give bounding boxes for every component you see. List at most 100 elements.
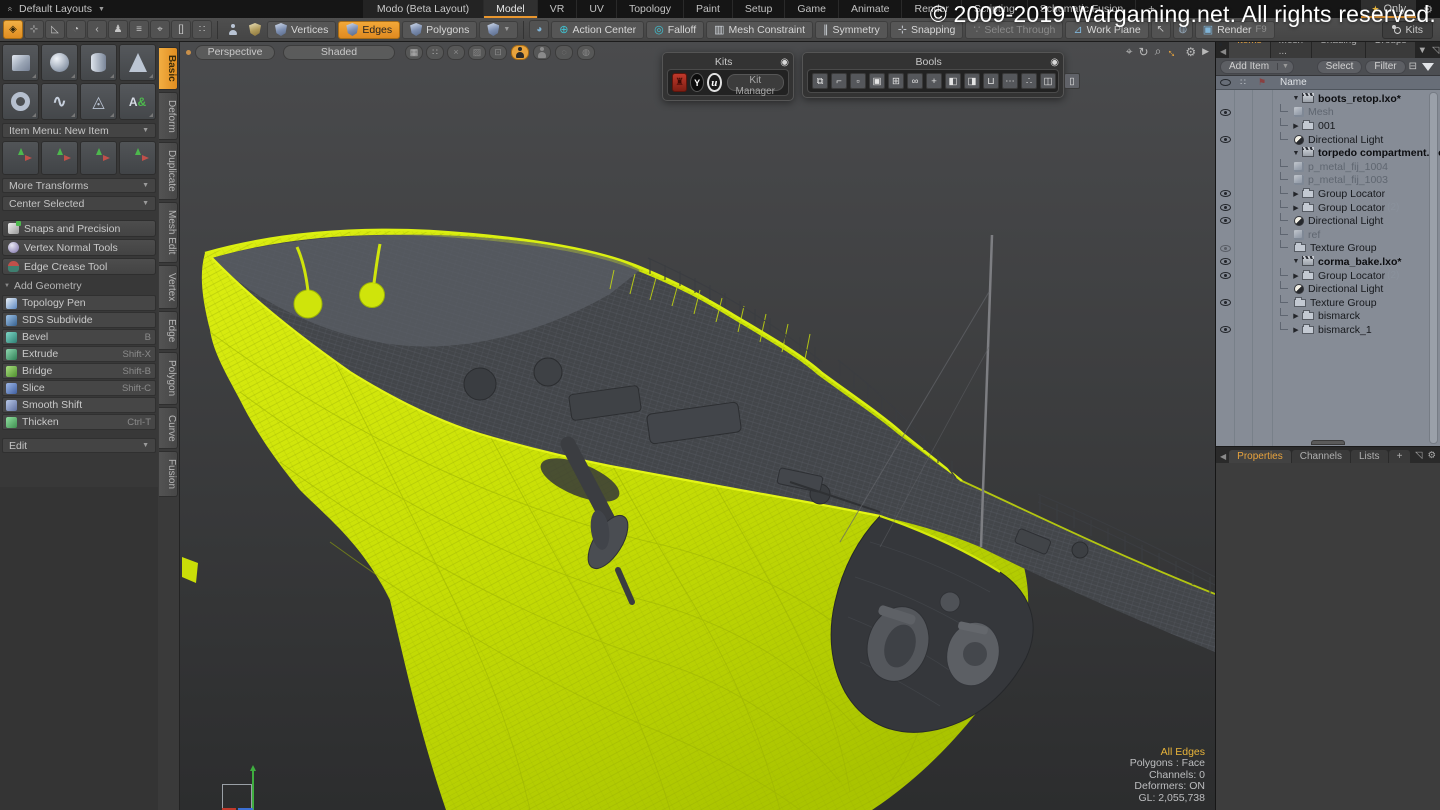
tree-row[interactable]: ▶ bismarck — [1216, 310, 1440, 324]
viewport-toggle-icon[interactable]: ▦ — [405, 45, 423, 60]
camera-dropdown[interactable]: Perspective — [195, 45, 275, 60]
toolbar-action-button[interactable]: ⊿ Work Plane — [1065, 21, 1148, 39]
cube-primitive-button[interactable] — [2, 44, 39, 81]
component-mode-button[interactable]: Edges — [338, 21, 400, 39]
wargaming-kit-icon[interactable]: ♜ — [672, 73, 687, 92]
orbit-icon[interactable]: ↻ — [1139, 45, 1149, 59]
tree-row[interactable]: Texture Group — [1216, 242, 1440, 256]
collapse-arrow-icon[interactable]: ◀ — [1218, 452, 1228, 463]
expand-arrow-icon[interactable]: ▶ — [1202, 46, 1209, 57]
tree-row[interactable]: Texture Group — [1216, 296, 1440, 310]
layout-tab[interactable]: + — [1135, 0, 1166, 18]
patch-primitive-button[interactable]: ◬ — [80, 83, 117, 120]
only-toggle-button[interactable]: ★ Only — [1361, 0, 1416, 18]
tree-row[interactable]: ▶ 001 — [1216, 119, 1440, 133]
collapse-all-icon[interactable]: ⊟ — [1409, 61, 1417, 72]
disclosure-triangle-icon[interactable]: ▼ — [1291, 150, 1301, 157]
bool-operation-icon[interactable]: ⋯ — [1002, 73, 1018, 89]
filter-button[interactable]: Filter — [1365, 60, 1405, 74]
layout-tab[interactable]: Game — [784, 0, 838, 18]
visibility-eye-icon[interactable] — [1220, 258, 1231, 265]
transform-move-button[interactable] — [2, 141, 39, 175]
tool-category-tab[interactable]: Basic — [159, 47, 178, 90]
helix-primitive-button[interactable]: ∿ — [41, 83, 78, 120]
layout-tab[interactable]: Setup — [732, 0, 784, 18]
bool-operation-icon[interactable]: ∴ — [1021, 73, 1037, 89]
disclosure-triangle-icon[interactable]: ▶ — [1291, 272, 1301, 280]
kits-button[interactable]: Kits — [1382, 21, 1433, 39]
edit-dropdown[interactable]: Edit ▼ — [2, 438, 156, 453]
visibility-eye-icon[interactable] — [1220, 272, 1231, 279]
bool-operation-icon[interactable]: ◧ — [945, 73, 961, 89]
tree-row[interactable]: Mesh — [1216, 106, 1440, 120]
toolbar-icon-button[interactable]: ≡ — [129, 20, 149, 39]
disclosure-triangle-icon[interactable]: ▼ — [1291, 95, 1301, 102]
bool-operation-icon[interactable]: + — [926, 73, 942, 89]
visibility-eye-icon[interactable] — [1220, 109, 1231, 116]
bool-operation-icon[interactable]: ⊔ — [983, 73, 999, 89]
tree-row[interactable]: ▶ Group Locator (2) — [1216, 201, 1440, 215]
tool-category-tab[interactable]: Mesh Edit — [159, 202, 178, 262]
sidebar-tool-button[interactable]: Edge Crease Tool — [2, 258, 156, 275]
bool-operation-icon[interactable]: ∞ — [907, 73, 923, 89]
unreal-kit-icon[interactable]: u — [707, 73, 721, 92]
disclosure-triangle-icon[interactable]: ▶ — [1291, 326, 1301, 334]
tree-row[interactable]: ▼ torpedo compartment.lxo* — [1216, 146, 1440, 160]
expand-panel-icon[interactable]: ◹ — [1415, 450, 1422, 461]
visibility-eye-icon[interactable] — [1220, 136, 1231, 143]
sidebar-tool-button[interactable]: Snaps and Precision — [2, 220, 156, 237]
properties-panel-tab[interactable]: Channels — [1292, 450, 1350, 463]
transform-rotate-button[interactable] — [41, 141, 78, 175]
filter-funnel-icon[interactable] — [1422, 63, 1434, 71]
tree-row[interactable]: ▶ Group Locator (2) — [1216, 269, 1440, 283]
tree-row[interactable]: Directional Light — [1216, 282, 1440, 296]
toolbar-action-button[interactable]: ◎ Falloff — [646, 21, 704, 39]
maximize-icon[interactable]: ↔ — [1164, 42, 1182, 60]
tool-category-tab[interactable]: Deform — [159, 92, 178, 141]
cursor-arrow-icon[interactable]: ↖ — [1151, 20, 1171, 39]
palette-options-icon[interactable]: ◉ — [1050, 57, 1059, 68]
gear-icon[interactable]: ⚙ — [1416, 0, 1440, 18]
item-menu-dropdown[interactable]: Item Menu: New Item ▼ — [2, 123, 156, 138]
geometry-tool-button[interactable]: Slice Shift-C — [2, 380, 156, 396]
tool-category-tab[interactable]: Curve — [159, 407, 178, 450]
toolbar-action-button[interactable]: ⊹ Snapping — [890, 21, 964, 39]
layout-tab[interactable]: Model — [483, 0, 537, 18]
tool-category-tab[interactable]: Edge — [159, 311, 178, 350]
bool-operation-icon[interactable]: ◫ — [1040, 73, 1056, 89]
visibility-eye-icon[interactable] — [1220, 217, 1231, 224]
bool-operation-icon[interactable]: ⌐ — [831, 73, 847, 89]
more-transforms-dropdown[interactable]: More Transforms ▼ — [2, 178, 156, 193]
add-geometry-header[interactable]: ▼ Add Geometry — [4, 280, 154, 292]
tool-category-tab[interactable]: Fusion — [159, 451, 178, 497]
disclosure-triangle-icon[interactable]: ▶ — [1291, 204, 1301, 212]
sphere-primitive-button[interactable] — [41, 44, 78, 81]
tree-row[interactable]: p_metal_fij_1003 — [1216, 174, 1440, 188]
geometry-tool-button[interactable]: Bridge Shift-B — [2, 363, 156, 379]
tree-row[interactable]: ▼ boots_retop.lxo* — [1216, 92, 1440, 106]
properties-panel-tab[interactable]: Properties — [1229, 450, 1291, 463]
add-item-button[interactable]: Add Item ▼ — [1220, 60, 1294, 74]
toolbar-icon-button[interactable]: ‹ — [87, 20, 107, 39]
transform-scale-button[interactable] — [80, 141, 117, 175]
panel-resize-grip[interactable] — [1311, 440, 1345, 445]
transform-axis-button[interactable] — [119, 141, 156, 175]
bool-operation-icon[interactable]: ◨ — [964, 73, 980, 89]
expand-panel-icon[interactable]: ◹ — [1432, 45, 1439, 56]
panel-gear-icon[interactable]: ⚙ — [1427, 450, 1436, 461]
component-mode-button[interactable]: Polygons — [402, 21, 477, 39]
geometry-tool-button[interactable]: Smooth Shift — [2, 397, 156, 413]
torus-primitive-button[interactable] — [2, 83, 39, 120]
kit-manager-button[interactable]: Kit Manager — [727, 74, 784, 91]
palette-options-icon[interactable]: ◉ — [780, 57, 789, 68]
tool-category-tab[interactable]: Duplicate — [159, 142, 178, 200]
items-mode-icon[interactable] — [223, 20, 243, 39]
layout-tab[interactable]: UV — [576, 0, 616, 18]
geometry-tool-button[interactable]: Extrude Shift-X — [2, 346, 156, 362]
component-mode-button[interactable]: Vertices — [267, 21, 336, 39]
disclosure-triangle-icon[interactable]: ▼ — [1291, 258, 1301, 265]
layout-tab[interactable]: Schematic Fusion — [1027, 0, 1135, 18]
disclosure-triangle-icon[interactable]: ▶ — [1291, 190, 1301, 198]
toolbar-icon-button[interactable]: ∷ — [192, 20, 212, 39]
layouts-menu[interactable]: « Default Layouts ▼ — [0, 0, 113, 18]
